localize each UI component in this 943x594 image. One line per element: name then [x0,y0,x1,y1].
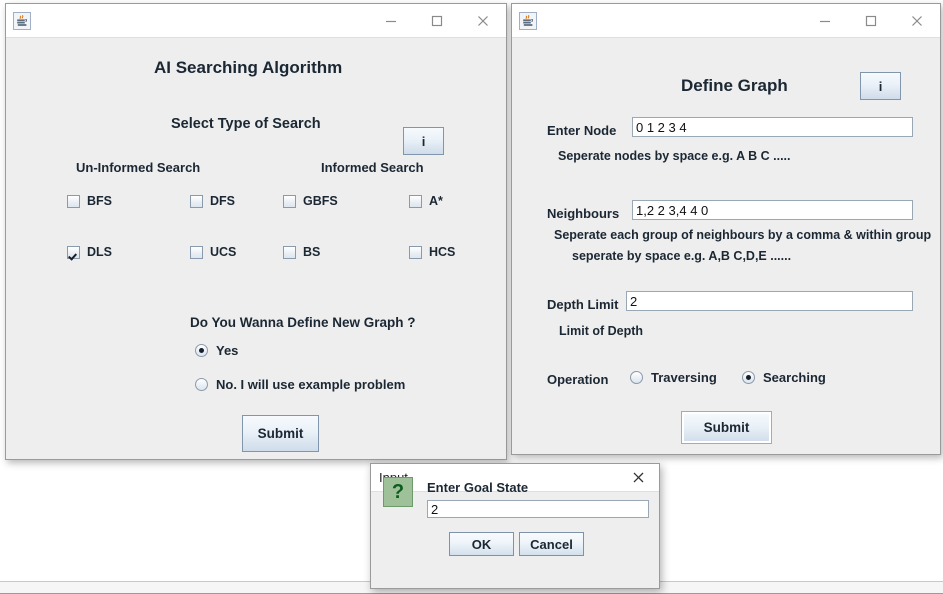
checkbox-box-astar[interactable] [409,194,422,208]
checkbox-box-hcs[interactable] [409,245,422,259]
dialog-prompt: Enter Goal State [427,480,529,495]
desktop-background: AI Searching Algorithm Select Type of Se… [0,0,943,594]
checkbox-box-bfs[interactable] [67,194,80,208]
operation-label: Operation [547,372,609,387]
radio-circle-traversing[interactable] [630,371,643,384]
checkbox-ucs[interactable]: UCS [190,245,236,259]
checkbox-box-dls[interactable] [67,245,80,259]
neighbours-hint-line2: seperate by space e.g. A,B C,D,E ...... [572,249,792,263]
submit-button-right[interactable]: Submit [681,411,772,444]
enter-node-label: Enter Node [547,123,617,138]
window-controls-right[interactable] [802,4,940,37]
goal-state-input[interactable]: 2 [427,500,649,518]
ok-button[interactable]: OK [449,532,514,556]
radio-yes[interactable]: Yes [195,343,238,358]
window-define-graph[interactable]: Define Graph i Enter Node 0 1 2 3 4 Sepe… [511,3,941,455]
checkbox-dfs[interactable]: DFS [190,194,235,208]
radio-no-example[interactable]: No. I will use example problem [195,377,405,392]
checkbox-dls[interactable]: DLS [67,245,112,259]
minimize-icon[interactable] [368,4,414,37]
depth-limit-label: Depth Limit [547,297,619,312]
enter-node-input[interactable]: 0 1 2 3 4 [632,117,913,137]
radio-label-traversing: Traversing [651,370,717,385]
define-new-graph-question: Do You Wanna Define New Graph ? [190,315,416,330]
window-controls-left[interactable] [368,4,506,37]
left-window-content: AI Searching Algorithm Select Type of Se… [6,38,506,459]
radio-label-no-example: No. I will use example problem [216,377,406,392]
radio-label-yes: Yes [216,343,239,358]
neighbours-label: Neighbours [547,206,620,221]
minimize-icon[interactable] [802,4,848,37]
checkbox-label-dls: DLS [87,245,112,259]
checkbox-hcs[interactable]: HCS [409,245,455,259]
radio-circle-yes[interactable] [195,344,208,357]
checkbox-box-ucs[interactable] [190,245,203,259]
checkbox-label-ucs: UCS [210,245,237,259]
checkbox-label-dfs: DFS [210,194,235,208]
checkbox-box-dfs[interactable] [190,194,203,208]
checkbox-label-bs: BS [303,245,321,259]
neighbours-input[interactable]: 1,2 2 3,4 4 0 [632,200,913,220]
depth-limit-hint: Limit of Depth [559,324,644,338]
checkbox-label-gbfs: GBFS [303,194,338,208]
uninformed-search-header: Un-Informed Search [76,160,201,175]
window-ai-searching-algorithm[interactable]: AI Searching Algorithm Select Type of Se… [5,3,507,460]
enter-node-hint: Seperate nodes by space e.g. A B C ..... [558,149,791,163]
titlebar-right[interactable] [512,4,940,38]
checkbox-bfs[interactable]: BFS [67,194,112,208]
page-title: AI Searching Algorithm [154,58,343,77]
checkbox-label-hcs: HCS [429,245,456,259]
close-icon[interactable] [894,4,940,37]
radio-traversing[interactable]: Traversing [630,370,717,385]
informed-search-header: Informed Search [321,160,424,175]
checkbox-box-gbfs[interactable] [283,194,296,208]
checkbox-label-bfs: BFS [87,194,112,208]
radio-circle-no-example[interactable] [195,378,208,391]
define-graph-title: Define Graph [681,76,788,95]
close-icon[interactable] [460,4,506,37]
radio-searching[interactable]: Searching [742,370,826,385]
titlebar-left[interactable] [6,4,506,38]
java-icon [519,11,537,30]
maximize-icon[interactable] [848,4,894,37]
checkbox-bs[interactable]: BS [283,245,320,259]
question-icon: ? [383,477,413,507]
neighbours-hint-line1: Seperate each group of neighbours by a c… [554,228,932,242]
radio-label-searching: Searching [763,370,826,385]
submit-button-left[interactable]: Submit [242,415,319,452]
checkbox-box-bs[interactable] [283,245,296,259]
java-icon [13,11,31,30]
radio-circle-searching[interactable] [742,371,755,384]
info-button-right[interactable]: i [860,72,901,100]
info-button-left[interactable]: i [403,127,444,155]
select-search-type-label: Select Type of Search [171,116,321,132]
dialog-input[interactable]: Input ? Enter Goal State 2 OK Cancel [370,463,660,589]
maximize-icon[interactable] [414,4,460,37]
cancel-button[interactable]: Cancel [519,532,584,556]
checkbox-label-astar: A* [429,194,443,208]
close-icon[interactable] [623,464,653,491]
checkbox-gbfs[interactable]: GBFS [283,194,338,208]
right-window-content: Define Graph i Enter Node 0 1 2 3 4 Sepe… [512,38,940,454]
checkbox-astar[interactable]: A* [409,194,443,208]
depth-limit-input[interactable]: 2 [626,291,913,311]
